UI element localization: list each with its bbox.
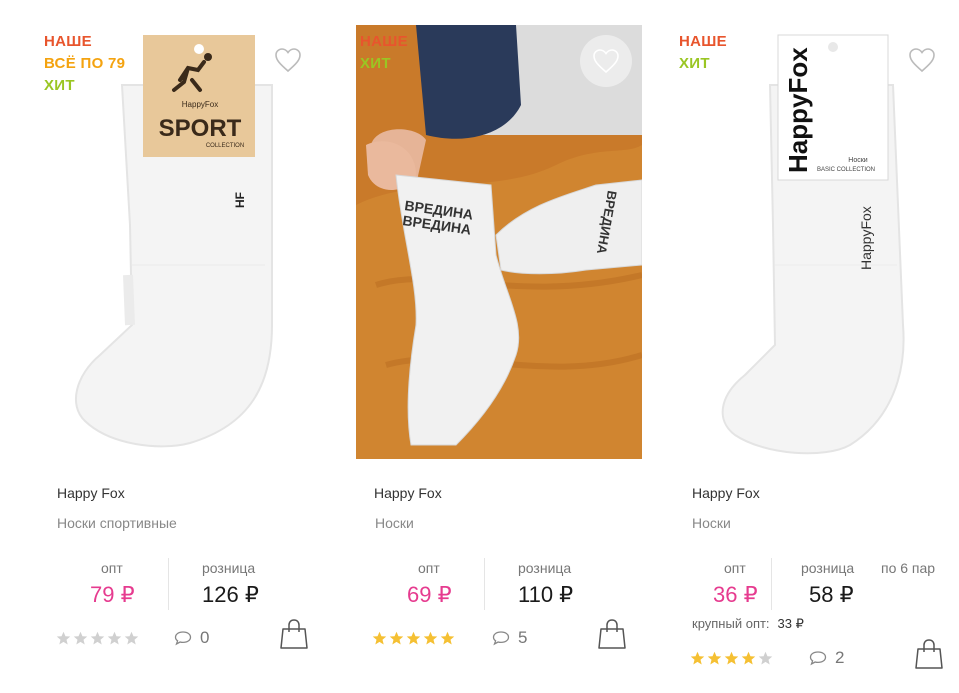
product-name[interactable]: Носки: [692, 515, 731, 531]
svg-text:HappyFox: HappyFox: [783, 47, 813, 173]
badge-list: НАШЕ ХИТ: [679, 31, 727, 75]
rating-stars: [56, 631, 139, 646]
star-icon: [423, 631, 438, 645]
star-icon: [56, 631, 71, 645]
star-icon: [758, 651, 773, 665]
retail-label: розница: [202, 560, 256, 576]
star-icon: [107, 631, 122, 645]
svg-text:HappyFox: HappyFox: [182, 100, 218, 109]
star-icon: [90, 631, 105, 645]
wholesale-label: опт: [724, 560, 746, 576]
price-divider: [484, 558, 485, 610]
badge-ours: НАШЕ: [679, 33, 727, 50]
speech-bubble-icon: [174, 631, 192, 646]
product-image[interactable]: HappyFox HappyFox Носки BASIC COLLECTION: [675, 25, 959, 459]
shopping-bag-icon: [915, 639, 943, 669]
svg-text:HF: HF: [233, 192, 247, 208]
star-icon: [724, 651, 739, 665]
badge-hit: ХИТ: [679, 55, 710, 72]
product-brand[interactable]: Happy Fox: [692, 485, 760, 501]
wholesale-price: 36 ₽: [713, 582, 758, 607]
comments-link[interactable]: 0: [174, 628, 209, 648]
rating-stars: [372, 631, 455, 646]
wholesale-label: опт: [418, 560, 440, 576]
price-block: опт розница 79 ₽ 126 ₽: [40, 558, 340, 618]
speech-bubble-icon: [492, 631, 510, 646]
retail-price: 110 ₽: [518, 582, 574, 607]
product-name[interactable]: Носки: [375, 515, 414, 531]
bulk-price-value: 33 ₽: [777, 616, 804, 631]
speech-bubble-icon: [809, 651, 827, 666]
star-icon: [690, 651, 705, 665]
favorite-button[interactable]: [908, 47, 936, 73]
price-divider: [771, 558, 772, 610]
wholesale-price: 69 ₽: [407, 582, 452, 607]
star-icon: [389, 631, 404, 645]
badge-hit: ХИТ: [360, 55, 391, 72]
product-brand[interactable]: Happy Fox: [57, 485, 125, 501]
shopping-bag-icon: [280, 619, 308, 649]
product-image[interactable]: ВРЕДИНА ВРЕДИНА ВРЕДИНА: [356, 25, 642, 459]
product-card[interactable]: ВРЕДИНА ВРЕДИНА ВРЕДИНА НАШЕ ХИТ Happy F…: [356, 25, 656, 693]
add-to-cart-button[interactable]: [915, 638, 943, 670]
comments-count: 2: [835, 648, 845, 667]
badge-list: НАШЕ ВСЁ ПО 79 ХИТ: [44, 31, 125, 97]
svg-text:HappyFox: HappyFox: [858, 206, 874, 270]
comments-link[interactable]: 2: [809, 648, 844, 668]
wholesale-price: 79 ₽: [90, 582, 135, 607]
svg-text:BASIC COLLECTION: BASIC COLLECTION: [817, 167, 875, 173]
star-icon: [406, 631, 421, 645]
svg-text:Носки: Носки: [848, 157, 868, 164]
badge-promo: ВСЁ ПО 79: [44, 55, 126, 72]
badge-ours: НАШЕ: [360, 33, 408, 50]
badge-list: НАШЕ ХИТ: [360, 31, 408, 75]
star-icon: [707, 651, 722, 665]
retail-price: 58 ₽: [809, 582, 854, 607]
price-block: опт розница по 6 пар 36 ₽ 58 ₽: [675, 558, 959, 618]
star-icon: [440, 631, 455, 645]
product-card[interactable]: HappyFox HappyFox Носки BASIC COLLECTION…: [675, 25, 959, 693]
bulk-price: крупный опт: 33 ₽: [692, 616, 804, 632]
comments-count: 0: [200, 628, 210, 647]
svg-text:SPORT: SPORT: [159, 115, 242, 142]
add-to-cart-button[interactable]: [280, 618, 308, 650]
bulk-price-label: крупный опт:: [692, 616, 770, 631]
pack-size-label: по 6 пар: [881, 560, 936, 576]
retail-label: розница: [518, 560, 572, 576]
rating-stars: [690, 651, 773, 666]
wholesale-label: опт: [101, 560, 123, 576]
product-brand[interactable]: Happy Fox: [374, 485, 442, 501]
favorite-button[interactable]: [274, 47, 302, 73]
shopping-bag-icon: [598, 619, 626, 649]
heart-outline-icon: [275, 48, 301, 73]
price-divider: [168, 558, 169, 610]
star-icon: [73, 631, 88, 645]
product-name[interactable]: Носки спортивные: [57, 515, 177, 531]
comments-link[interactable]: 5: [492, 628, 527, 648]
star-icon: [372, 631, 387, 645]
star-icon: [124, 631, 139, 645]
comments-count: 5: [518, 628, 528, 647]
heart-outline-icon: [909, 48, 935, 73]
price-block: опт розница 69 ₽ 110 ₽: [356, 558, 656, 618]
badge-ours: НАШЕ: [44, 33, 92, 50]
badge-hit: ХИТ: [44, 77, 75, 94]
heart-outline-icon: [593, 49, 619, 74]
star-icon: [741, 651, 756, 665]
favorite-button[interactable]: [580, 35, 632, 87]
svg-text:COLLECTION: COLLECTION: [206, 143, 244, 149]
retail-label: розница: [801, 560, 855, 576]
product-card[interactable]: HF HappyFox SPORT COLLECTION НАШЕ ВСЁ ПО…: [40, 25, 340, 693]
add-to-cart-button[interactable]: [598, 618, 626, 650]
retail-price: 126 ₽: [202, 582, 259, 607]
